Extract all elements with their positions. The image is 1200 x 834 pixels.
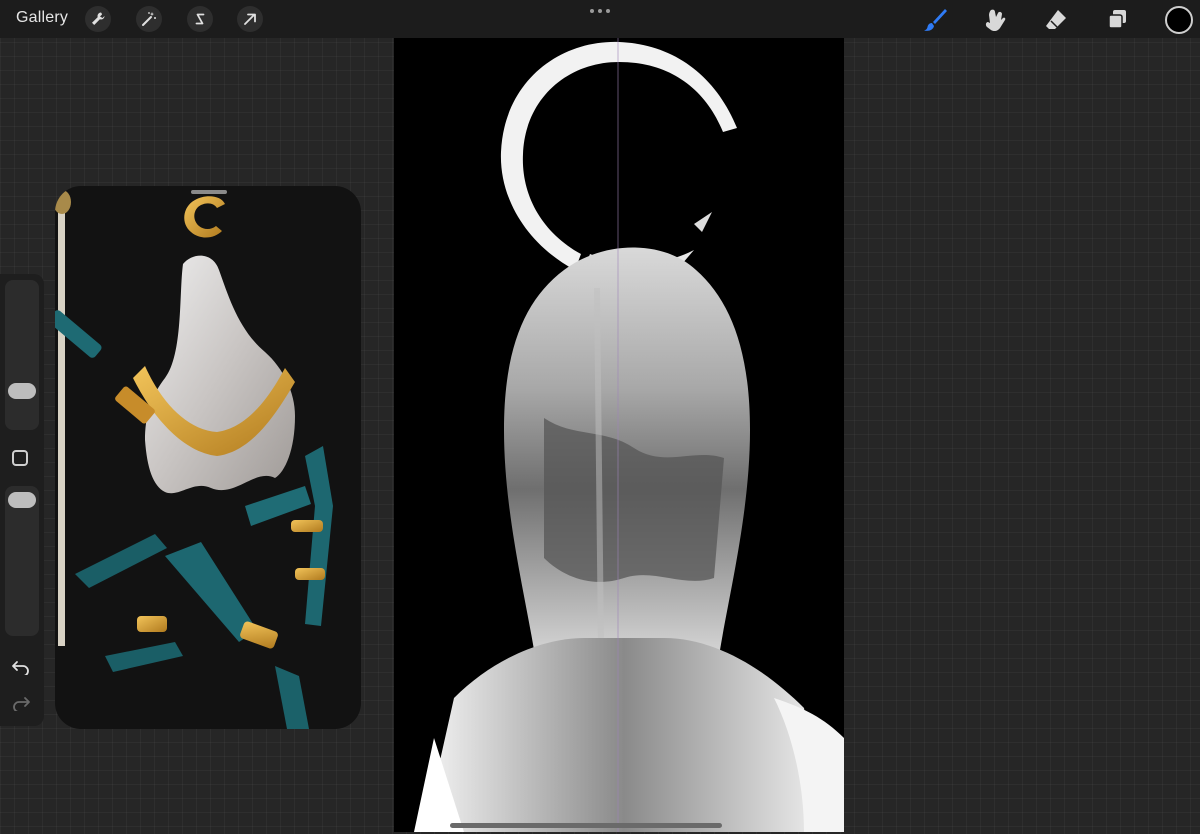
smudge-icon[interactable] (980, 5, 1010, 35)
square-modify-icon[interactable] (12, 450, 28, 466)
home-indicator (450, 823, 722, 828)
magic-wand-icon[interactable] (136, 6, 162, 32)
gallery-button[interactable]: Gallery (16, 9, 68, 27)
opacity-thumb[interactable] (8, 492, 36, 508)
brush-size-slider[interactable] (5, 280, 39, 430)
selection-s-icon[interactable] (187, 6, 213, 32)
more-options-icon[interactable] (590, 8, 610, 14)
eraser-icon[interactable] (1041, 5, 1071, 35)
reference-image (55, 190, 333, 729)
drawing-canvas[interactable] (394, 38, 844, 832)
opacity-slider[interactable] (5, 486, 39, 636)
sidebar (0, 274, 44, 726)
brush-size-thumb[interactable] (8, 383, 36, 399)
reference-grabber[interactable] (191, 190, 227, 194)
layers-icon[interactable] (1102, 5, 1132, 35)
redo-icon[interactable] (10, 692, 32, 714)
transform-arrow-icon[interactable] (237, 6, 263, 32)
top-toolbar: Gallery (0, 0, 1200, 38)
color-picker-button[interactable] (1165, 6, 1193, 34)
artwork (414, 38, 844, 832)
reference-window[interactable] (55, 186, 361, 729)
brush-icon[interactable] (920, 5, 950, 35)
undo-icon[interactable] (10, 656, 32, 678)
wrench-icon[interactable] (85, 6, 111, 32)
